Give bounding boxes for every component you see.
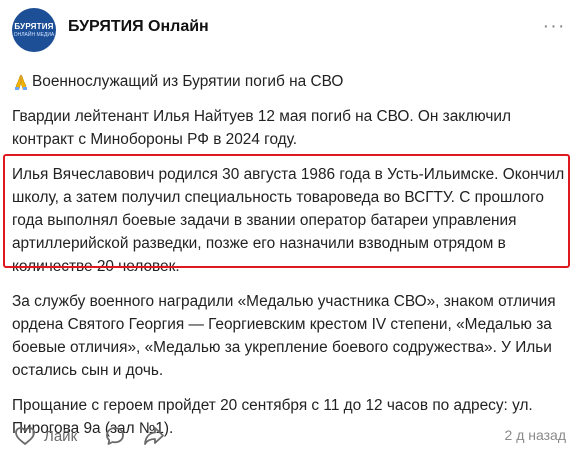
post-paragraph-1: Гвардии лейтенант Илья Найтуев 12 мая по… <box>12 108 511 148</box>
more-dots-icon[interactable]: ··· <box>542 14 566 38</box>
post-paragraph-2: Илья Вячеславович родился 30 августа 198… <box>12 166 565 275</box>
comment-button[interactable] <box>104 424 126 448</box>
post-headline: Военнослужащий из Бурятии погиб на СВО <box>12 70 568 93</box>
headline-text: Военнослужащий из Бурятии погиб на СВО <box>32 73 344 90</box>
group-name-link[interactable]: БУРЯТИЯ Онлайн <box>68 18 209 36</box>
heart-icon <box>15 427 35 445</box>
post-header: БУРЯТИЯ ОНЛАЙН МЕДИА БУРЯТИЯ Онлайн ··· <box>12 6 572 56</box>
post-footer: Лайк 2 д назад <box>12 424 568 448</box>
folded-hands-icon <box>12 73 30 91</box>
post-card: БУРЯТИЯ ОНЛАЙН МЕДИА БУРЯТИЯ Онлайн ··· … <box>0 0 579 456</box>
share-arrow-icon <box>144 427 164 445</box>
avatar-logo-text: БУРЯТИЯ <box>14 22 54 31</box>
like-button[interactable]: Лайк <box>14 424 77 448</box>
comment-bubble-icon <box>106 427 124 445</box>
like-label: Лайк <box>44 427 78 445</box>
avatar-logo-subtext: ОНЛАЙН МЕДИА <box>13 32 55 38</box>
group-avatar[interactable]: БУРЯТИЯ ОНЛАЙН МЕДИА <box>12 8 56 52</box>
post-timestamp[interactable]: 2 д назад <box>505 427 566 443</box>
share-button[interactable] <box>142 424 166 448</box>
post-body: Военнослужащий из Бурятии погиб на СВО Г… <box>12 70 568 452</box>
post-paragraph-3: За службу военного наградили «Медалью уч… <box>12 293 556 379</box>
